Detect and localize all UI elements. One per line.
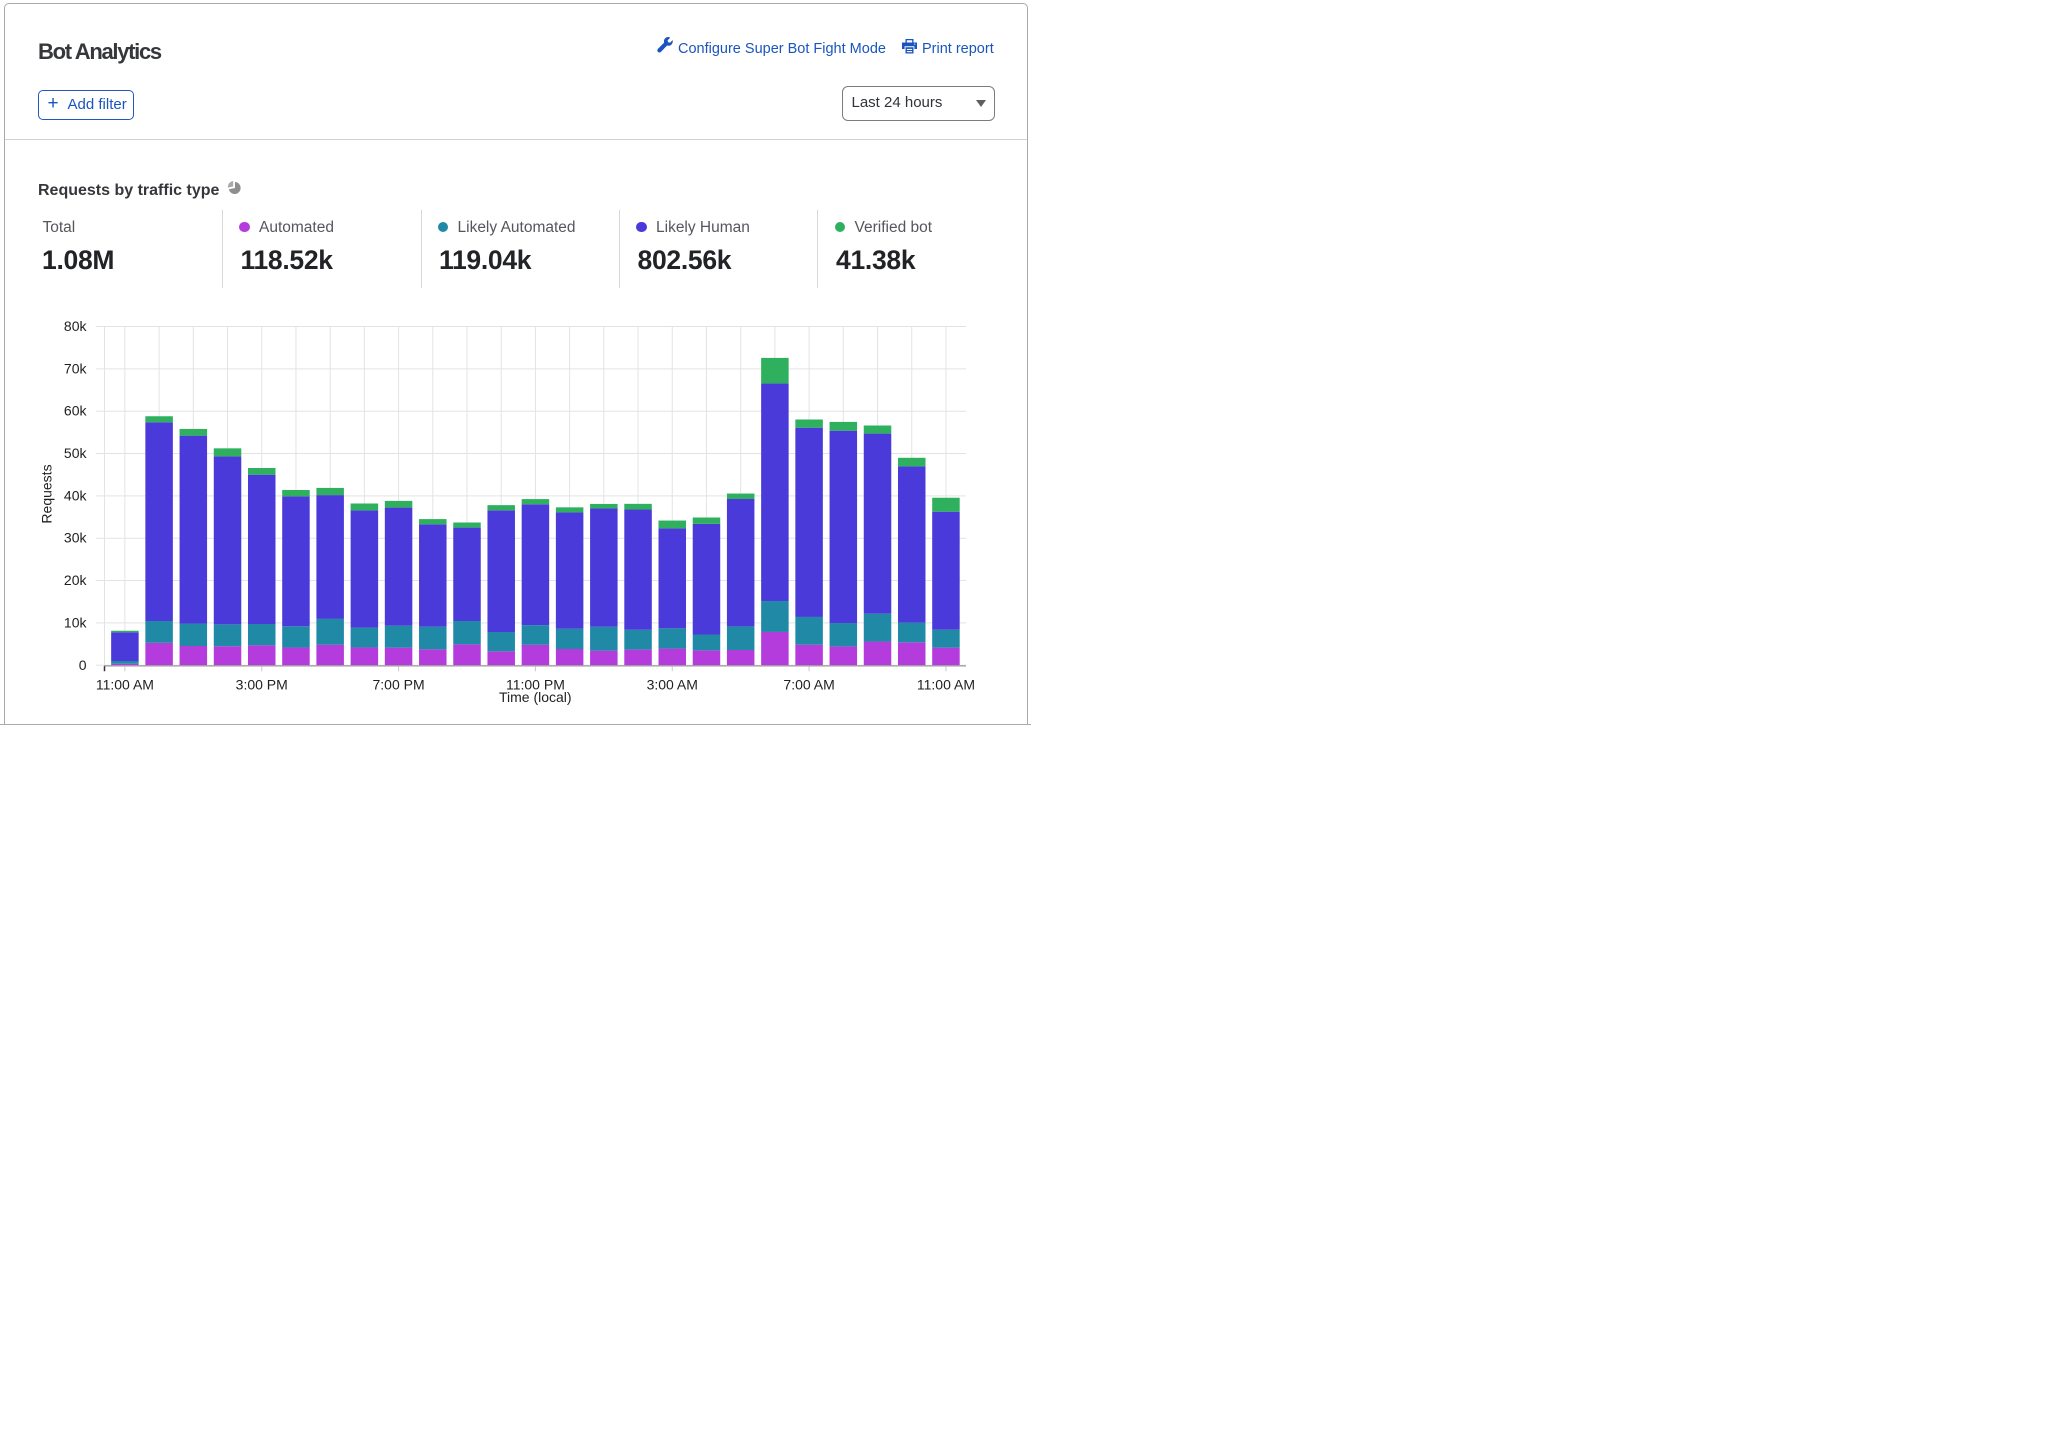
svg-text:3:00 PM: 3:00 PM	[236, 677, 288, 693]
svg-text:20k: 20k	[64, 572, 88, 588]
svg-text:3:00 AM: 3:00 AM	[647, 677, 698, 693]
svg-text:11:00 AM: 11:00 AM	[917, 677, 975, 693]
svg-text:7:00 AM: 7:00 AM	[783, 677, 834, 693]
svg-text:80k: 80k	[64, 318, 88, 334]
svg-text:10k: 10k	[64, 614, 88, 630]
svg-text:40k: 40k	[64, 487, 88, 503]
svg-text:7:00 PM: 7:00 PM	[373, 677, 425, 693]
svg-text:Time (local): Time (local)	[499, 689, 572, 705]
svg-text:Requests: Requests	[39, 464, 55, 523]
svg-text:60k: 60k	[64, 403, 88, 419]
svg-text:30k: 30k	[64, 530, 88, 546]
svg-text:0: 0	[79, 657, 87, 673]
svg-text:11:00 AM: 11:00 AM	[96, 677, 154, 693]
svg-text:50k: 50k	[64, 445, 88, 461]
svg-text:70k: 70k	[64, 360, 88, 376]
